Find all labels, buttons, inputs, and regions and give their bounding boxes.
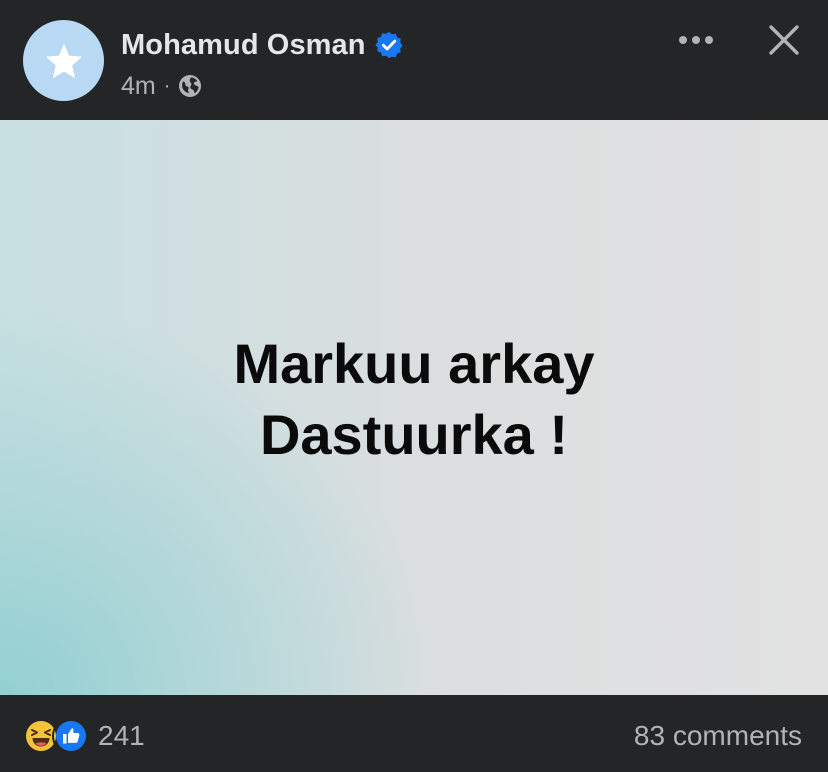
more-dots-icon — [679, 36, 713, 44]
meta-separator: · — [163, 74, 171, 97]
close-icon — [769, 25, 799, 55]
post-header: Mohamud Osman 4m · — [0, 0, 828, 120]
post-content[interactable]: Markuu arkay Dastuurka ! — [0, 120, 828, 695]
globe-icon[interactable] — [178, 74, 202, 98]
star-icon — [45, 43, 82, 78]
more-options-button[interactable] — [672, 22, 720, 58]
comments-count-link[interactable]: 83 comments — [634, 718, 802, 754]
author-name[interactable]: Mohamud Osman — [121, 29, 366, 62]
reactions-summary[interactable]: 241 — [22, 717, 145, 755]
post-meta: 4m · — [121, 70, 202, 102]
author-row: Mohamud Osman — [121, 28, 404, 62]
reaction-count[interactable]: 241 — [98, 720, 145, 752]
avatar[interactable] — [23, 20, 104, 101]
verified-badge-icon — [374, 31, 403, 59]
post-timestamp[interactable]: 4m — [121, 72, 156, 101]
post-text-line-1: Markuu arkay — [233, 331, 595, 395]
close-button[interactable] — [760, 18, 808, 62]
like-reaction-icon — [52, 717, 90, 755]
post-text-line-2: Dastuurka ! — [259, 402, 569, 466]
post-text: Markuu arkay Dastuurka ! — [233, 328, 594, 470]
